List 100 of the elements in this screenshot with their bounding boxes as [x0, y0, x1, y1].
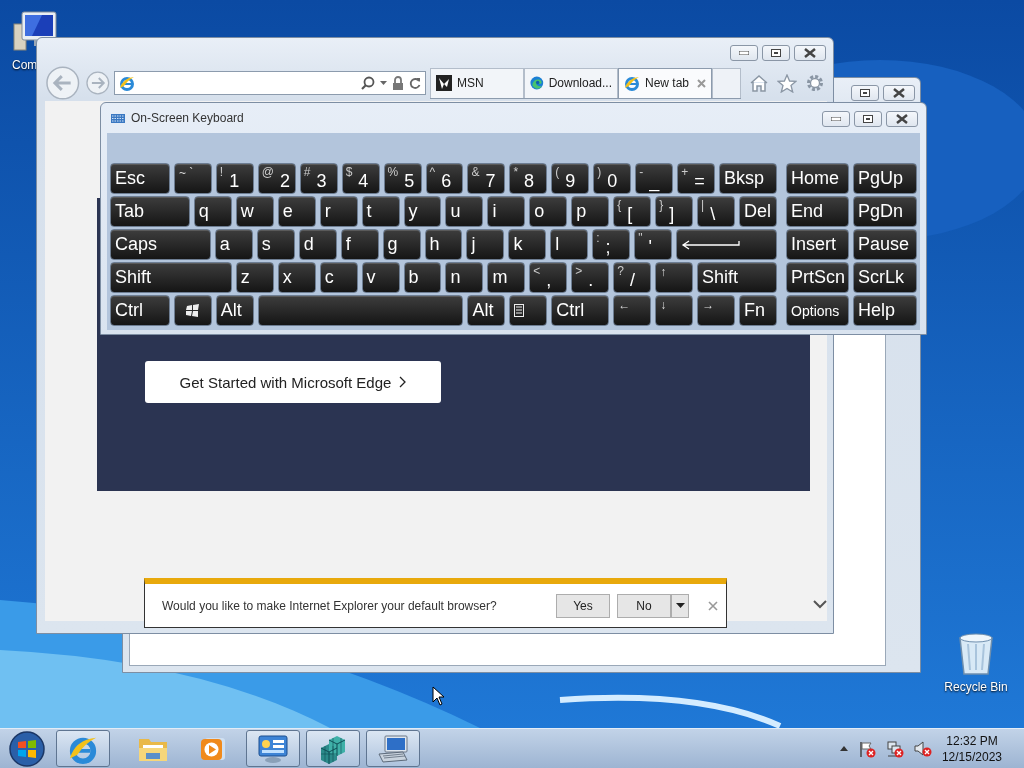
keyboard-key[interactable]: Esc — [110, 163, 170, 194]
keyboard-key[interactable]: PrtScn — [785, 262, 849, 293]
keyboard-key[interactable]: x — [277, 262, 316, 293]
keyboard-key[interactable] — [173, 295, 212, 326]
keyboard-key[interactable]: { [ — [613, 196, 652, 227]
show-hidden-icons-icon[interactable] — [839, 746, 848, 751]
keyboard-key[interactable]: & 7 — [467, 163, 506, 194]
keyboard-key[interactable]: } ] — [655, 196, 694, 227]
keyboard-key[interactable]: j — [466, 229, 505, 260]
keyboard-key[interactable]: : ; — [592, 229, 631, 260]
keyboard-key[interactable]: s — [256, 229, 295, 260]
keyboard-key[interactable]: h — [424, 229, 463, 260]
refresh-icon[interactable] — [409, 76, 421, 90]
keyboard-key[interactable]: r — [319, 196, 358, 227]
keyboard-key[interactable]: % 5 — [383, 163, 422, 194]
keyboard-key[interactable]: ↓ — [655, 295, 694, 326]
keyboard-key[interactable] — [509, 295, 548, 326]
keyboard-key[interactable]: Alt — [467, 295, 506, 326]
keyboard-key[interactable]: w — [235, 196, 274, 227]
keyboard-key[interactable]: Help — [853, 295, 918, 326]
keyboard-key[interactable]: ← — [613, 295, 652, 326]
keyboard-key[interactable]: → — [697, 295, 736, 326]
dropdown-button[interactable] — [671, 593, 689, 618]
keyboard-key[interactable]: q — [193, 196, 232, 227]
keyboard-key[interactable]: ) 0 — [593, 163, 632, 194]
keyboard-key[interactable]: Home — [786, 163, 849, 194]
home-icon[interactable] — [749, 74, 769, 92]
search-icon[interactable] — [361, 76, 375, 90]
keyboard-key[interactable]: Alt — [215, 295, 254, 326]
keyboard-key[interactable]: Bksp — [719, 163, 777, 194]
keyboard-key[interactable]: * 8 — [509, 163, 548, 194]
keyboard-key[interactable]: Del — [739, 196, 777, 227]
close-button[interactable] — [886, 111, 918, 127]
close-button[interactable] — [883, 85, 915, 101]
taskbar-button[interactable] — [246, 730, 300, 767]
keyboard-key[interactable] — [676, 229, 777, 260]
keyboard-key[interactable]: Ctrl — [110, 295, 170, 326]
keyboard-key[interactable]: Ctrl — [551, 295, 610, 326]
keyboard-key[interactable]: PgUp — [853, 163, 917, 194]
space-key[interactable] — [257, 295, 464, 326]
keyboard-key[interactable]: i — [487, 196, 526, 227]
maximize-button[interactable] — [762, 45, 790, 61]
keyboard-key[interactable]: < , — [529, 262, 568, 293]
keyboard-key[interactable]: Options — [786, 295, 850, 326]
close-button[interactable] — [794, 45, 826, 61]
browser-tab[interactable]: MSN — [430, 67, 524, 98]
notification-button[interactable]: No — [617, 593, 671, 618]
keyboard-key[interactable]: y — [403, 196, 442, 227]
close-icon[interactable] — [708, 600, 718, 611]
keyboard-key[interactable]: " ' — [634, 229, 673, 260]
network-icon[interactable] — [885, 739, 904, 758]
maximize-button[interactable] — [854, 111, 882, 127]
taskbar-button[interactable] — [306, 730, 360, 767]
keyboard-key[interactable]: t — [361, 196, 400, 227]
keyboard-key[interactable]: d — [298, 229, 337, 260]
keyboard-key[interactable]: z — [235, 262, 274, 293]
keyboard-key[interactable]: ? / — [613, 262, 652, 293]
keyboard-key[interactable]: v — [361, 262, 400, 293]
notification-button[interactable]: Yes — [556, 593, 610, 618]
caret-down-icon[interactable] — [380, 81, 387, 85]
keyboard-key[interactable]: $ 4 — [341, 163, 380, 194]
keyboard-key[interactable]: o — [529, 196, 568, 227]
get-started-button[interactable]: Get Started with Microsoft Edge — [145, 361, 441, 403]
keyboard-key[interactable]: ScrLk — [852, 262, 917, 293]
keyboard-key[interactable]: Pause — [852, 229, 917, 260]
keyboard-key[interactable]: l — [550, 229, 589, 260]
keyboard-key[interactable]: Insert — [785, 229, 849, 260]
maximize-button[interactable] — [851, 85, 879, 101]
keyboard-key[interactable]: # 3 — [299, 163, 338, 194]
chevron-down-icon[interactable] — [813, 599, 827, 609]
keyboard-key[interactable]: k — [508, 229, 547, 260]
keyboard-key[interactable]: p — [571, 196, 610, 227]
keyboard-key[interactable]: - _ — [635, 163, 674, 194]
address-bar[interactable] — [114, 71, 426, 95]
keyboard-key[interactable]: m — [487, 262, 526, 293]
keyboard-key[interactable]: @ 2 — [257, 163, 296, 194]
keyboard-key[interactable]: Tab — [110, 196, 190, 227]
keyboard-key[interactable]: Shift — [697, 262, 777, 293]
close-icon[interactable] — [697, 78, 706, 88]
keyboard-key[interactable]: ! 1 — [215, 163, 254, 194]
keyboard-key[interactable]: u — [445, 196, 484, 227]
speaker-muted-icon[interactable] — [913, 739, 932, 758]
taskbar-button[interactable] — [366, 730, 420, 767]
keyboard-key[interactable]: | \ — [697, 196, 736, 227]
keyboard-key[interactable]: c — [319, 262, 358, 293]
browser-tab[interactable]: New tab — [618, 67, 712, 98]
keyboard-key[interactable]: b — [403, 262, 442, 293]
keyboard-key[interactable]: a — [214, 229, 253, 260]
settings-icon[interactable] — [805, 73, 825, 93]
taskbar-button[interactable] — [56, 730, 110, 767]
keyboard-key[interactable]: PgDn — [852, 196, 917, 227]
browser-tab[interactable]: Download... — [524, 67, 618, 98]
keyboard-key[interactable]: ↑ — [655, 262, 694, 293]
keyboard-key[interactable]: Caps — [110, 229, 211, 260]
keyboard-key[interactable]: n — [445, 262, 484, 293]
flag-icon[interactable] — [857, 739, 876, 758]
keyboard-key[interactable]: g — [382, 229, 421, 260]
keyboard-key[interactable]: Fn — [739, 295, 778, 326]
keyboard-key[interactable]: f — [340, 229, 379, 260]
keyboard-key[interactable]: ( 9 — [551, 163, 590, 194]
